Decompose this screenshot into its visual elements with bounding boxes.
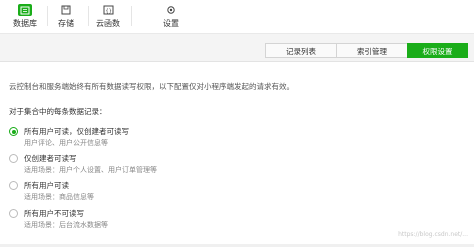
option-hint: 适用场景：用户个人设置、用户订单管理等 (24, 166, 157, 174)
toolbar-divider (131, 6, 132, 26)
radio-button[interactable] (9, 127, 18, 136)
toolbar-divider (88, 6, 89, 26)
permission-panel: 云控制台和服务端始终有所有数据读写权限，以下配置仅对小程序端发起的请求有效。 对… (0, 62, 474, 247)
tab-bar: 记录列表 索引管理 权限设置 (0, 34, 474, 62)
watermark: https://blog.csdn.net/... (398, 231, 468, 238)
toolbar-settings-label: 设置 (163, 19, 179, 28)
toolbar-cloud-function-button[interactable]: {} 云函数 (94, 4, 122, 32)
toolbar-divider (47, 6, 48, 26)
option-label: 所有用户可读 (24, 181, 69, 190)
toolbar-storage-label: 存储 (58, 19, 74, 28)
option-label: 所有用户可读，仅创建者可读写 (24, 127, 129, 136)
option-hint: 适用场景：后台流水数据等 (24, 221, 108, 229)
tab-permission-settings[interactable]: 权限设置 (407, 43, 468, 58)
toolbar-cloud-function-label: 云函数 (96, 19, 120, 28)
gear-icon (164, 4, 178, 16)
tab-group: 记录列表 索引管理 权限设置 (265, 43, 468, 58)
option-label: 仅创建者可读写 (24, 154, 77, 163)
toolbar-settings-button[interactable]: 设置 (160, 4, 182, 32)
permission-description: 云控制台和服务端始终有所有数据读写权限，以下配置仅对小程序端发起的请求有效。 (9, 82, 294, 91)
radio-button[interactable] (9, 209, 18, 218)
top-toolbar: 数据库 存储 {} 云函数 设置 (0, 0, 474, 34)
option-hint: 用户评论、用户公开信息等 (24, 139, 108, 147)
svg-text:{}: {} (105, 9, 111, 15)
option-hint: 适用场景：商品信息等 (24, 193, 94, 201)
section-title: 对于集合中的每条数据记录： (9, 107, 107, 116)
radio-button[interactable] (9, 181, 18, 190)
tab-index-management[interactable]: 索引管理 (336, 43, 408, 58)
toolbar-storage-button[interactable]: 存储 (54, 4, 78, 32)
radio-button[interactable] (9, 154, 18, 163)
toolbar-database-button[interactable]: 数据库 (10, 4, 40, 32)
option-label: 所有用户不可读写 (24, 209, 84, 218)
toolbar-database-label: 数据库 (13, 19, 37, 28)
cloud-function-icon: {} (101, 4, 115, 16)
storage-icon (59, 4, 73, 16)
tab-record-list[interactable]: 记录列表 (265, 43, 337, 58)
database-icon (18, 4, 32, 16)
